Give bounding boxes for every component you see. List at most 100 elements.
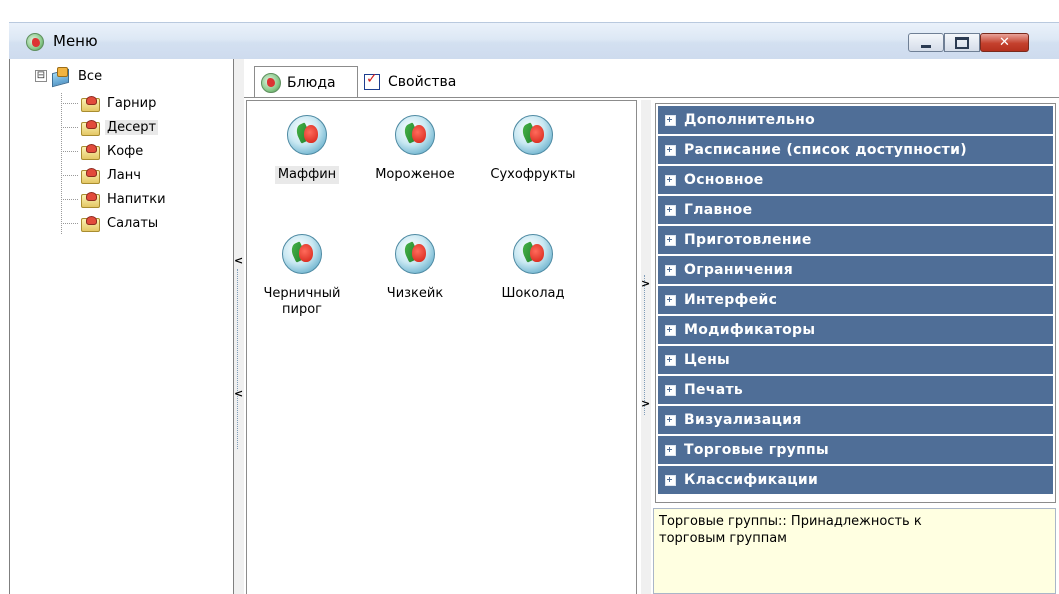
category-trade-groups[interactable]: Торговые группы	[658, 436, 1053, 466]
maximize-button[interactable]	[944, 33, 980, 52]
checkbox-icon	[364, 71, 380, 90]
category-print[interactable]: Печать	[658, 376, 1053, 406]
tab-label: Блюда	[287, 74, 336, 91]
category-label: Основное	[684, 172, 764, 188]
category-label: Главное	[684, 202, 753, 218]
tree-item-label: Напитки	[107, 191, 166, 207]
expand-icon[interactable]	[665, 114, 676, 126]
expand-icon[interactable]	[665, 324, 676, 336]
category-label: Дополнительно	[684, 112, 816, 128]
category-main[interactable]: Главное	[658, 196, 1053, 226]
tree-item-label: Десерт	[105, 119, 159, 135]
folder-icon	[80, 215, 100, 232]
dish-item-chocolate[interactable]: Шоколад	[483, 234, 583, 303]
right-splitter[interactable]: > >	[641, 100, 651, 594]
left-splitter[interactable]: < <	[234, 59, 244, 594]
dish-item-cheesecake[interactable]: Чизкейк	[365, 234, 465, 303]
property-grid: Дополнительно Расписание (список доступн…	[655, 103, 1056, 503]
property-description: Торговые группы:: Принадлежность к торго…	[653, 508, 1056, 594]
tree-item-lunch[interactable]: Ланч	[80, 165, 143, 185]
expand-right-icon[interactable]: >	[641, 398, 650, 410]
tab-strip: Блюда Свойства	[244, 63, 1059, 100]
tree-connector	[61, 93, 63, 234]
expand-icon[interactable]	[665, 234, 676, 246]
tree-item-garnish[interactable]: Гарнир	[80, 93, 158, 113]
tree-root-label: Все	[78, 68, 103, 84]
home-folder-icon	[50, 67, 70, 85]
close-button[interactable]: ✕	[980, 33, 1029, 52]
category-label: Печать	[684, 382, 744, 398]
expand-icon[interactable]	[665, 354, 676, 366]
title-bar[interactable]	[9, 22, 1059, 59]
dish-label-line1: Черничный	[263, 286, 341, 301]
tree-connector	[61, 151, 78, 152]
tree-item-label: Гарнир	[107, 95, 157, 111]
category-label: Интерфейс	[684, 292, 778, 308]
expand-icon[interactable]	[665, 204, 676, 216]
dish-item-blueberry-pie[interactable]: Черничный пирог	[247, 234, 357, 319]
tree-item-salads[interactable]: Салаты	[80, 213, 160, 233]
expand-icon[interactable]	[665, 174, 676, 186]
dish-item-muffin[interactable]: Маффин	[257, 115, 357, 184]
category-prices[interactable]: Цены	[658, 346, 1053, 376]
category-classifications[interactable]: Классификации	[658, 466, 1053, 496]
minimize-icon	[921, 44, 931, 48]
tab-dishes[interactable]: Блюда	[254, 66, 358, 98]
dish-icon	[395, 115, 435, 155]
tab-label: Свойства	[388, 73, 457, 90]
expand-icon[interactable]	[665, 444, 676, 456]
dish-label-line2: пирог	[282, 302, 322, 317]
description-line1: Торговые группы:: Принадлежность к	[659, 514, 922, 529]
expand-icon[interactable]	[665, 144, 676, 156]
tree-item-dessert[interactable]: Десерт	[80, 117, 159, 137]
category-visualization[interactable]: Визуализация	[658, 406, 1053, 436]
window-title: Меню	[53, 32, 98, 50]
category-additional[interactable]: Дополнительно	[658, 106, 1053, 136]
category-label: Цены	[684, 352, 731, 368]
collapse-icon[interactable]: ⊟	[35, 70, 47, 82]
collapse-left-icon[interactable]: <	[234, 255, 243, 267]
expand-icon[interactable]	[665, 264, 676, 276]
tree-connector	[61, 223, 78, 224]
category-label: Классификации	[684, 472, 819, 488]
expand-icon[interactable]	[665, 474, 676, 486]
category-basic[interactable]: Основное	[658, 166, 1053, 196]
maximize-icon	[955, 36, 969, 49]
minimize-button[interactable]	[908, 33, 944, 52]
folder-icon	[80, 119, 100, 136]
expand-icon[interactable]	[665, 294, 676, 306]
expand-icon[interactable]	[665, 384, 676, 396]
menu-window: Меню ✕ ⊟ Все Гарнир Десерт Кофе Ланч Нап…	[0, 0, 1059, 594]
category-interface[interactable]: Интерфейс	[658, 286, 1053, 316]
tree-item-label: Салаты	[107, 215, 159, 231]
expand-icon[interactable]	[665, 414, 676, 426]
dish-item-dried-fruit[interactable]: Сухофрукты	[483, 115, 583, 184]
folder-icon	[80, 143, 100, 160]
dish-label: Черничный пирог	[260, 285, 343, 319]
tree-root-all[interactable]: ⊟ Все	[35, 66, 104, 86]
tab-properties[interactable]: Свойства	[360, 67, 490, 96]
category-modifiers[interactable]: Модификаторы	[658, 316, 1053, 346]
dish-item-ice-cream[interactable]: Мороженое	[365, 115, 465, 184]
tree-item-coffee[interactable]: Кофе	[80, 141, 145, 161]
category-label: Ограничения	[684, 262, 794, 278]
category-schedule[interactable]: Расписание (список доступности)	[658, 136, 1053, 166]
splitter-grip	[237, 269, 239, 449]
dish-icon	[282, 234, 322, 274]
dish-label: Сухофрукты	[490, 167, 576, 182]
app-icon	[26, 33, 44, 51]
dishes-grid: Маффин Мороженое Сухофрукты Черничный пи…	[246, 100, 637, 594]
collapse-left-icon[interactable]: <	[234, 388, 243, 400]
folder-icon	[80, 191, 100, 208]
dish-icon	[395, 234, 435, 274]
dish-icon	[513, 115, 553, 155]
category-restrictions[interactable]: Ограничения	[658, 256, 1053, 286]
category-label: Торговые группы	[684, 442, 829, 458]
tree-item-label: Ланч	[107, 167, 141, 183]
category-label: Расписание (список доступности)	[684, 142, 967, 158]
dish-icon	[513, 234, 553, 274]
tree-item-drinks[interactable]: Напитки	[80, 189, 168, 209]
expand-right-icon[interactable]: >	[641, 278, 650, 290]
category-preparation[interactable]: Приготовление	[658, 226, 1053, 256]
category-tree	[9, 59, 234, 594]
